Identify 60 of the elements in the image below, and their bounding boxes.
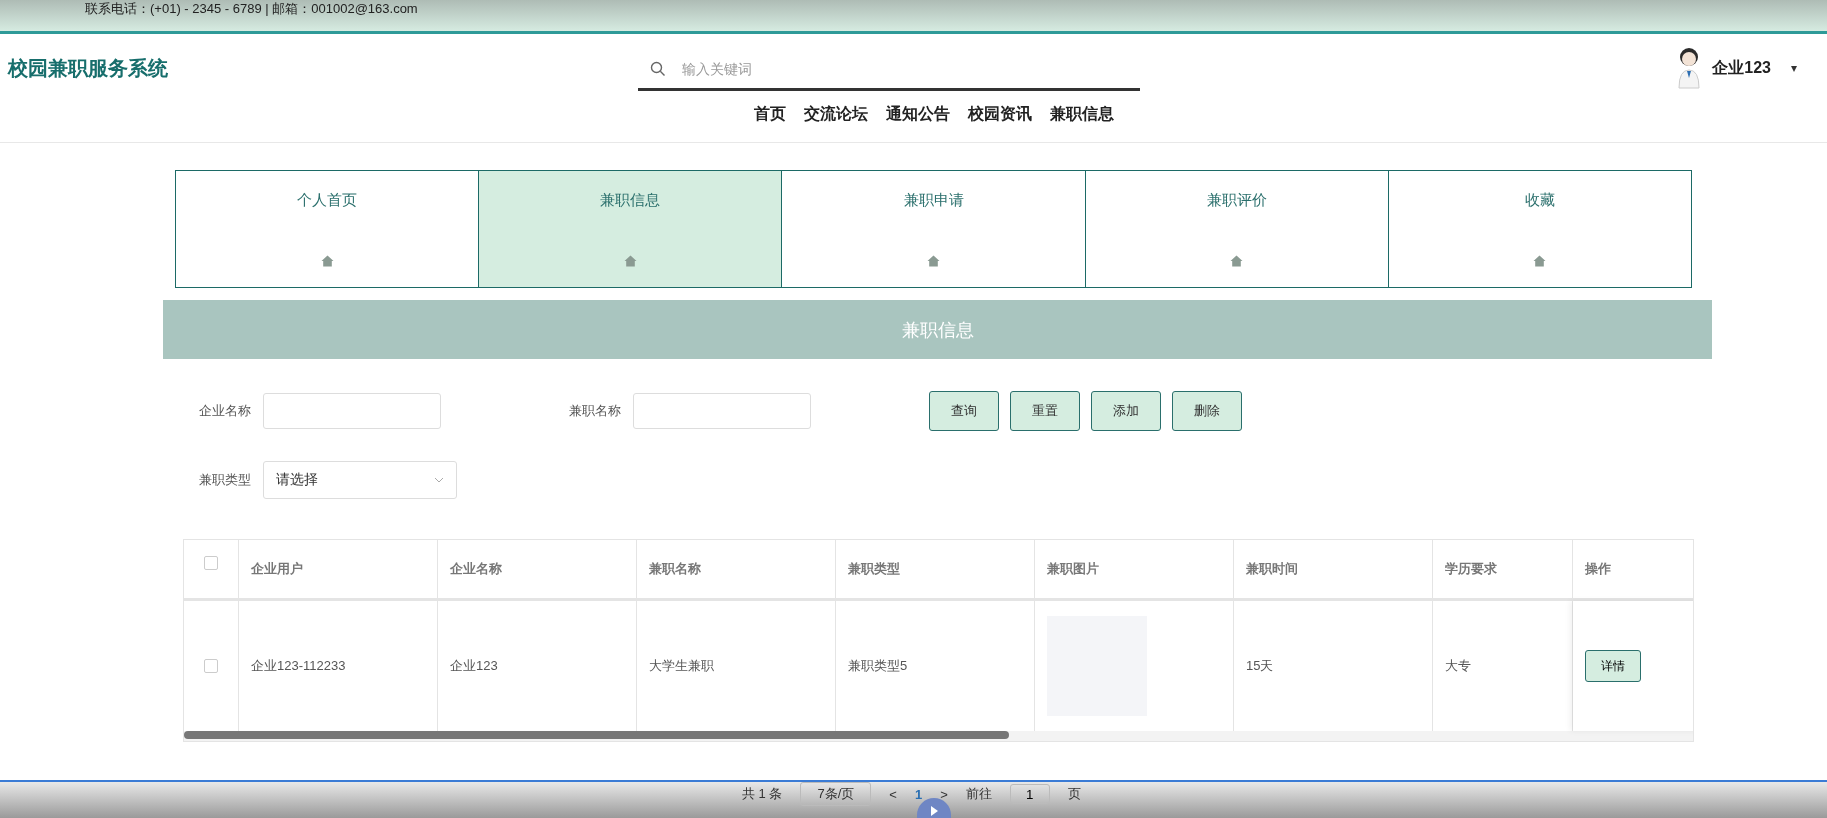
- home-icon: [927, 255, 940, 267]
- table-cell: 大学生兼职: [649, 657, 714, 675]
- column-header: 学历要求: [1433, 540, 1573, 598]
- action-button[interactable]: 删除: [1172, 391, 1242, 431]
- input-field[interactable]: [633, 393, 811, 429]
- table-cell: 兼职类型5: [848, 657, 908, 675]
- column-header: 企业名称: [438, 540, 637, 598]
- column-header: 兼职时间: [1234, 540, 1433, 598]
- site-title: 校园兼职服务系统: [8, 55, 169, 81]
- scrollbar-thumb[interactable]: [184, 731, 1009, 739]
- search-field[interactable]: 输入关键词: [680, 59, 1084, 78]
- menu-tab[interactable]: 收藏: [1387, 170, 1692, 288]
- page-input[interactable]: 1: [1009, 784, 1050, 804]
- home-icon: [1533, 255, 1547, 267]
- filter-label: 企业名称: [199, 402, 251, 420]
- user-name[interactable]: 企业123: [1712, 57, 1771, 79]
- prev-page-button[interactable]: <: [889, 786, 897, 802]
- detail-button[interactable]: 详情: [1585, 650, 1641, 682]
- menu-tab[interactable]: 个人首页: [175, 170, 480, 288]
- menu-tab[interactable]: 兼职评价: [1084, 170, 1389, 288]
- action-button[interactable]: 重置: [1010, 391, 1080, 431]
- next-page-button[interactable]: >: [940, 786, 948, 802]
- nav-link[interactable]: 首页: [753, 104, 786, 125]
- nav-link[interactable]: 交流论坛: [803, 104, 868, 125]
- column-header: 兼职类型: [836, 540, 1035, 598]
- contact-info: 联系电话：(+01) - 2345 - 6789 | 邮箱：001002@163.com: [85, 0, 418, 17]
- column-header: 兼职图片: [1035, 540, 1234, 598]
- input-field[interactable]: [263, 393, 441, 429]
- filter-label: 兼职类型: [199, 471, 251, 489]
- column-header: 兼职名称: [637, 540, 836, 598]
- home-icon: [320, 255, 334, 267]
- table-cell: 大专: [1445, 657, 1471, 675]
- table-cell: 企业123: [450, 657, 498, 675]
- chevron-down-icon: [434, 477, 444, 483]
- column-header: 操作: [1573, 540, 1693, 598]
- page-label: 页: [1067, 785, 1081, 803]
- nav-link[interactable]: 校园资讯: [967, 104, 1032, 125]
- nav-link[interactable]: 通知公告: [885, 104, 950, 125]
- total-count: 共 1 条: [742, 785, 783, 803]
- checkbox[interactable]: [204, 556, 218, 570]
- table-cell: 企业123-112233: [251, 657, 346, 675]
- column-header: 企业用户: [239, 540, 438, 598]
- menu-tab[interactable]: 兼职信息: [478, 170, 783, 288]
- play-icon[interactable]: [917, 798, 951, 818]
- home-icon: [1230, 255, 1244, 267]
- home-icon: [623, 255, 637, 267]
- goto-label: 前往: [965, 785, 992, 803]
- section-banner: 兼职信息: [163, 300, 1712, 359]
- select-field[interactable]: 请选择: [263, 461, 457, 499]
- action-button[interactable]: 添加: [1091, 391, 1161, 431]
- checkbox[interactable]: [204, 659, 218, 673]
- filter-label: 兼职名称: [569, 402, 621, 420]
- table-cell: 15天: [1246, 657, 1274, 675]
- menu-tab[interactable]: 兼职申请: [781, 170, 1086, 288]
- page-size-select[interactable]: 7条/页: [800, 782, 872, 806]
- search-icon: [650, 60, 666, 77]
- nav-link[interactable]: 兼职信息: [1049, 104, 1114, 125]
- avatar-icon: [1676, 46, 1703, 90]
- action-button[interactable]: 查询: [929, 391, 999, 431]
- caret-icon[interactable]: ▾: [1790, 61, 1797, 75]
